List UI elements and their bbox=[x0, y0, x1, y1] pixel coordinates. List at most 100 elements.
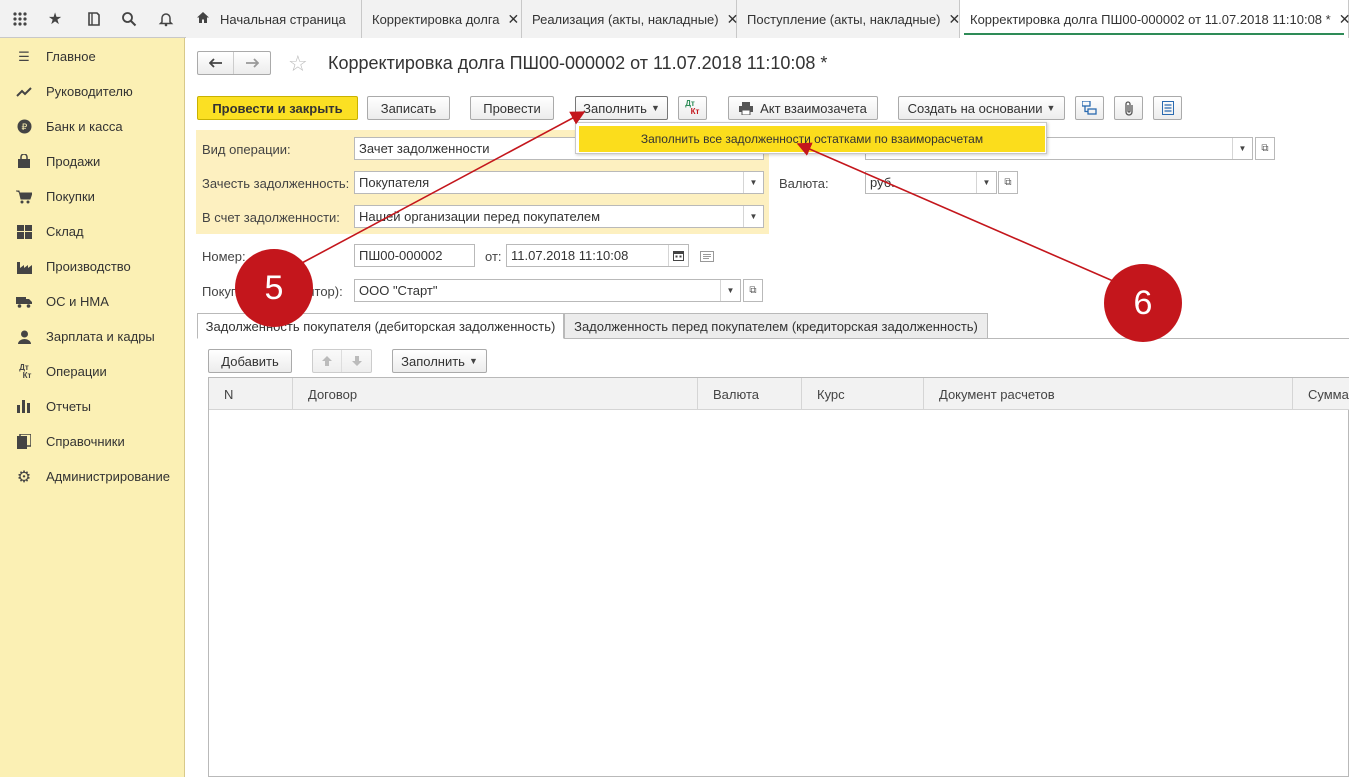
sidebar-item-warehouse[interactable]: Склад bbox=[0, 214, 185, 249]
tab-debt-adjustment[interactable]: Корректировка долга ✕ bbox=[362, 0, 522, 38]
sidebar-item-production[interactable]: Производство bbox=[0, 249, 185, 284]
chevron-down-icon[interactable]: ▼ bbox=[976, 172, 996, 193]
star-outline-icon[interactable]: ☆ bbox=[288, 52, 312, 76]
against-debt-value: Нашей организации перед покупателем bbox=[359, 209, 601, 224]
calendar-icon[interactable] bbox=[668, 245, 688, 266]
chevron-down-icon: ▼ bbox=[650, 103, 660, 113]
warehouse-icon bbox=[16, 224, 32, 240]
forward-arrow-icon[interactable] bbox=[234, 52, 270, 74]
history-icon[interactable] bbox=[83, 8, 105, 30]
number-value: ПШ00-000002 bbox=[359, 248, 443, 263]
buyer-select[interactable]: ООО "Старт" ▼ bbox=[354, 279, 741, 302]
factory-icon bbox=[16, 259, 32, 275]
sidebar-item-purchases[interactable]: Покупки bbox=[0, 179, 185, 214]
currency-value: руб. bbox=[870, 175, 895, 190]
more-button[interactable] bbox=[1153, 96, 1182, 120]
against-debt-label: В счет задолженности: bbox=[202, 210, 340, 225]
column-header-n[interactable]: N bbox=[209, 378, 293, 410]
add-row-button[interactable]: Добавить bbox=[208, 349, 292, 373]
attachments-button[interactable] bbox=[1114, 96, 1143, 120]
open-icon[interactable]: ⧉ bbox=[1255, 137, 1275, 160]
post-and-close-button[interactable]: Провести и закрыть bbox=[197, 96, 358, 120]
star-favorites-icon[interactable]: ★ bbox=[44, 8, 66, 30]
search-icon[interactable] bbox=[118, 8, 140, 30]
against-debt-select[interactable]: Нашей организации перед покупателем ▼ bbox=[354, 205, 764, 228]
comment-icon[interactable] bbox=[700, 250, 714, 265]
apps-grid-icon[interactable] bbox=[9, 8, 31, 30]
tab-payables[interactable]: Задолженность перед покупателем (кредито… bbox=[564, 313, 988, 339]
sidebar-item-sales[interactable]: Продажи bbox=[0, 144, 185, 179]
date-field[interactable]: 11.07.2018 11:10:08 bbox=[506, 244, 689, 267]
column-header-amount[interactable]: Сумма bbox=[1293, 378, 1349, 410]
tab-receipts[interactable]: Поступление (акты, накладные) ✕ bbox=[737, 0, 960, 38]
menu-lines-icon: ☰ bbox=[18, 48, 30, 64]
move-up-icon[interactable] bbox=[313, 350, 342, 372]
number-field[interactable]: ПШ00-000002 bbox=[354, 244, 475, 267]
structure-button[interactable] bbox=[1075, 96, 1104, 120]
post-button[interactable]: Провести bbox=[470, 96, 554, 120]
fill-button[interactable]: Заполнить ▼ bbox=[575, 96, 668, 120]
sidebar-item-admin[interactable]: ⚙ Администрирование bbox=[0, 459, 185, 494]
save-button[interactable]: Записать bbox=[367, 96, 450, 120]
cart-icon bbox=[16, 189, 32, 205]
sidebar-item-bank[interactable]: ₽ Банк и касса bbox=[0, 109, 185, 144]
chevron-down-icon[interactable]: ▼ bbox=[720, 280, 740, 301]
gear-icon: ⚙ bbox=[16, 468, 32, 486]
annotation-marker-6: 6 bbox=[1104, 264, 1182, 342]
tab-label: Корректировка долга ПШ00-000002 от 11.07… bbox=[970, 11, 1331, 27]
sidebar: ☰ Главное Руководителю ₽ Банк и касса Пр… bbox=[0, 38, 185, 777]
open-icon[interactable]: ⧉ bbox=[743, 279, 763, 302]
offset-debt-label: Зачесть задолженность: bbox=[202, 176, 350, 191]
debts-table[interactable]: N Договор Валюта Курс Документ расчетов … bbox=[208, 377, 1349, 777]
back-arrow-icon[interactable] bbox=[198, 52, 234, 74]
move-buttons bbox=[312, 349, 372, 373]
chevron-down-icon[interactable]: ▼ bbox=[743, 172, 763, 193]
chevron-down-icon[interactable]: ▼ bbox=[1232, 138, 1252, 159]
number-label: Номер: bbox=[202, 249, 246, 264]
operation-type-value: Зачет задолженности bbox=[359, 141, 490, 156]
table-header: N Договор Валюта Курс Документ расчетов … bbox=[209, 378, 1349, 410]
fill-all-debts-menu-item[interactable]: Заполнить все задолженности остатками по… bbox=[579, 126, 1045, 152]
offset-debt-select[interactable]: Покупателя ▼ bbox=[354, 171, 764, 194]
trend-icon bbox=[16, 84, 32, 100]
printer-icon bbox=[739, 101, 754, 115]
close-icon[interactable]: ✕ bbox=[1339, 11, 1349, 28]
column-header-contract[interactable]: Договор bbox=[293, 378, 698, 410]
open-tabs: Начальная страница Корректировка долга ✕… bbox=[186, 0, 1349, 38]
tab-sales[interactable]: Реализация (акты, накладные) ✕ bbox=[522, 0, 738, 38]
currency-label: Валюта: bbox=[779, 176, 829, 191]
table-fill-label: Заполнить bbox=[401, 353, 465, 369]
table-fill-button[interactable]: Заполнить ▼ bbox=[392, 349, 487, 373]
currency-select[interactable]: руб. ▼ bbox=[865, 171, 997, 194]
column-header-currency[interactable]: Валюта bbox=[698, 378, 802, 410]
offset-act-button[interactable]: Акт взаимозачета bbox=[728, 96, 878, 120]
nav-arrows bbox=[197, 51, 271, 75]
move-down-icon[interactable] bbox=[342, 350, 371, 372]
structure-icon bbox=[1082, 101, 1097, 115]
create-based-on-button[interactable]: Создать на основании ▼ bbox=[898, 96, 1065, 120]
offset-debt-value: Покупателя bbox=[359, 175, 430, 190]
sidebar-item-operations[interactable]: Дт Кт Операции bbox=[0, 354, 185, 389]
tab-label: Начальная страница bbox=[220, 11, 346, 27]
column-header-rate[interactable]: Курс bbox=[802, 378, 924, 410]
column-header-settlement-document[interactable]: Документ расчетов bbox=[924, 378, 1293, 410]
home-icon bbox=[196, 11, 210, 27]
ruble-coin-icon: ₽ bbox=[16, 119, 32, 135]
sidebar-item-directories[interactable]: Справочники bbox=[0, 424, 185, 459]
tab-current-document[interactable]: Корректировка долга ПШ00-000002 от 11.07… bbox=[960, 0, 1349, 38]
sidebar-item-reports[interactable]: Отчеты bbox=[0, 389, 185, 424]
sidebar-item-salary[interactable]: Зарплата и кадры bbox=[0, 319, 185, 354]
close-icon[interactable]: ✕ bbox=[508, 11, 520, 28]
list-icon bbox=[1161, 101, 1174, 115]
open-icon[interactable]: ⧉ bbox=[998, 171, 1018, 194]
sidebar-item-assets[interactable]: ОС и НМА bbox=[0, 284, 185, 319]
sidebar-item-manager[interactable]: Руководителю bbox=[0, 74, 185, 109]
sidebar-item-main[interactable]: ☰ Главное bbox=[0, 39, 185, 74]
chevron-down-icon[interactable]: ▼ bbox=[743, 206, 763, 227]
chevron-down-icon: ▼ bbox=[1046, 103, 1056, 113]
bell-icon[interactable] bbox=[155, 8, 177, 30]
dt-kt-button[interactable]: Дт Кт bbox=[678, 96, 707, 120]
tab-label: Корректировка долга bbox=[372, 11, 500, 27]
close-icon[interactable]: ✕ bbox=[948, 11, 960, 28]
tab-home[interactable]: Начальная страница bbox=[186, 0, 362, 38]
